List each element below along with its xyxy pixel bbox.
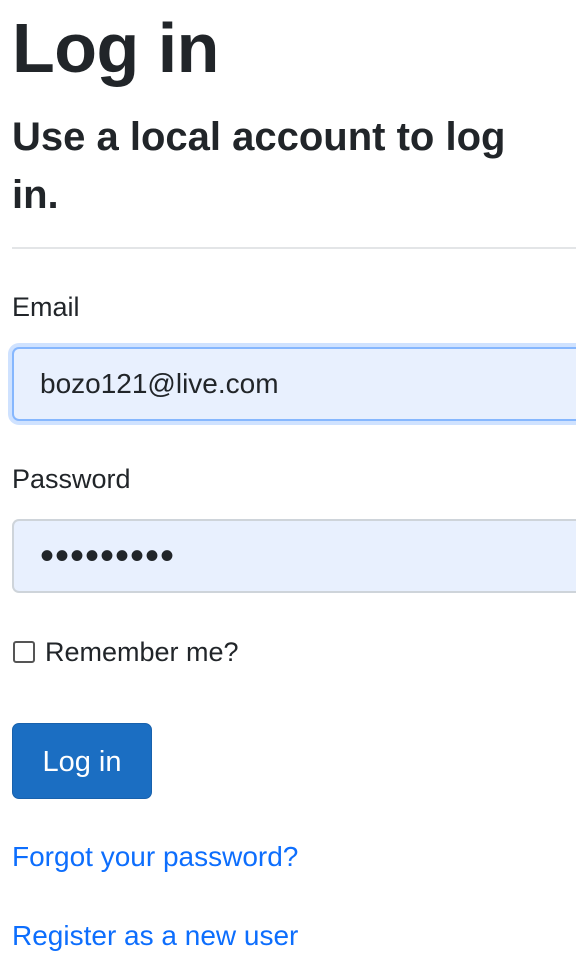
remember-me-checkbox[interactable] xyxy=(13,641,35,663)
forgot-password-link[interactable]: Forgot your password? xyxy=(12,840,298,874)
password-label: Password xyxy=(12,464,131,494)
page-title: Log in xyxy=(12,9,219,87)
email-field[interactable] xyxy=(12,347,576,421)
page-subtitle-line1: Use a local account to log xyxy=(12,115,506,159)
section-divider xyxy=(12,247,576,249)
password-field[interactable] xyxy=(12,519,576,593)
remember-me-row[interactable]: Remember me? xyxy=(12,636,239,668)
page-subtitle-line2: in. xyxy=(12,173,59,217)
remember-me-label[interactable]: Remember me? xyxy=(45,636,239,668)
email-label: Email xyxy=(12,292,80,322)
register-link[interactable]: Register as a new user xyxy=(12,919,298,953)
page-subtitle: Use a local account to log in. xyxy=(12,108,576,224)
login-button[interactable]: Log in xyxy=(12,723,152,799)
